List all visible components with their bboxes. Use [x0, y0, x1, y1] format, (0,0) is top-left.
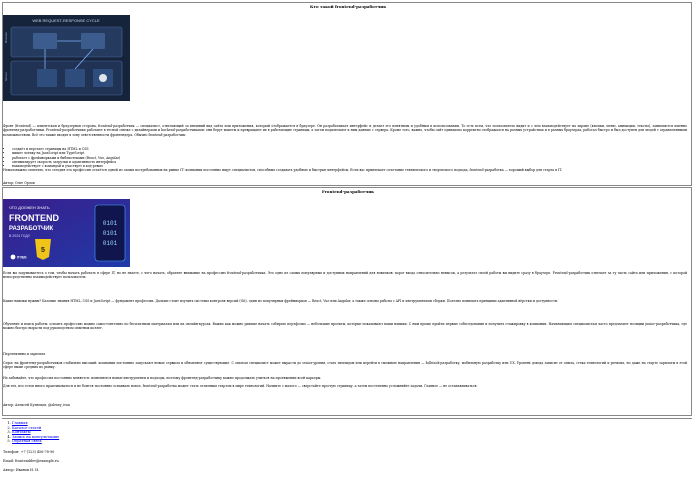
banner-line-4: В 2024 ГОДУ: [9, 234, 31, 238]
nav-link-feedback[interactable]: Обратная связь: [12, 439, 42, 443]
frontend-banner: ЧТО ДОЛЖЕН ЗНАТЬ FRONTEND РАЗРАБОТЧИК В …: [3, 199, 130, 267]
article-1-duties-list: создаёт и верстает страницы на HTML и CS…: [6, 147, 120, 168]
nav-link-contacts[interactable]: Контакты: [12, 430, 31, 434]
nav-link-home[interactable]: Главная: [12, 421, 28, 425]
banner-line-3: РАЗРАБОТЧИК: [9, 226, 54, 232]
diagram-label-server: Server: [4, 72, 8, 81]
article-1-image: WEB REQUEST-RESPONSE CYCLE Browser Serve…: [3, 15, 130, 101]
article-2-paragraph-5: Не забывайте, что профессия постоянно ме…: [3, 376, 322, 380]
article-2-subheading: Перспективы и зарплата: [3, 352, 46, 356]
brand-logo: ITVEN: [17, 256, 27, 260]
banner-line-1: ЧТО ДОЛЖЕН ЗНАТЬ: [9, 205, 50, 210]
article-1-outro: Немаловажно отметить, что сегодня эта пр…: [3, 168, 562, 172]
svg-text:0101: 0101: [103, 230, 118, 237]
article-1-title: Кто такой frontend-разработчик: [309, 4, 387, 9]
article-2-author: Автор: Алексей Кузнецов, @alexey_ivan: [3, 403, 70, 407]
nav-link-catalog[interactable]: Каталог статей: [12, 426, 41, 430]
footer-email: Email: frontenddev@example.ru: [3, 459, 59, 463]
nav-link-consultation[interactable]: Запись на консультацию: [12, 435, 59, 439]
diagram-label-browser: Browser: [4, 32, 8, 43]
article-1-author: Автор: Олег Орлов: [3, 181, 35, 185]
svg-text:0101: 0101: [103, 220, 118, 227]
article-1-intro: Фронт (frontend) — клиентская и браузерн…: [3, 124, 687, 137]
banner-line-2: FRONTEND: [9, 213, 59, 223]
article-2-paragraph-2: Какие навыки нужны? Базовые знания HTML,…: [3, 299, 559, 303]
footer-author: Автор: Иванов И. И.: [3, 468, 40, 472]
nav-item: Обратная связь: [12, 439, 59, 444]
article-2-paragraph-1: Если вы задумываетесь о том, чтобы начат…: [3, 271, 687, 280]
article-2-paragraph-6: Для тех, кто готов много практиковаться …: [3, 384, 478, 388]
footer-nav: Главная Каталог статей Контакты Запись н…: [6, 421, 59, 444]
article-2-image: ЧТО ДОЛЖЕН ЗНАТЬ FRONTEND РАЗРАБОТЧИК В …: [3, 199, 130, 267]
request-response-diagram: WEB REQUEST-RESPONSE CYCLE Browser Serve…: [3, 15, 130, 101]
footer-phone: Телефон: +7 (123) 456-78-90: [3, 450, 55, 454]
article-2-title: Frontend-разработчик: [321, 189, 375, 194]
article-2-paragraph-4: Спрос на фронтенд-разработчиков стабильн…: [3, 361, 687, 370]
footer-divider: [2, 418, 692, 419]
svg-text:5: 5: [41, 247, 45, 254]
page: Кто такой frontend-разработчик WEB REQUE…: [0, 0, 696, 480]
diagram-heading: WEB REQUEST-RESPONSE CYCLE: [32, 18, 100, 23]
article-2-paragraph-3: Обучение и поиск работы: освоить професс…: [3, 322, 687, 331]
svg-text:0101: 0101: [103, 240, 118, 247]
